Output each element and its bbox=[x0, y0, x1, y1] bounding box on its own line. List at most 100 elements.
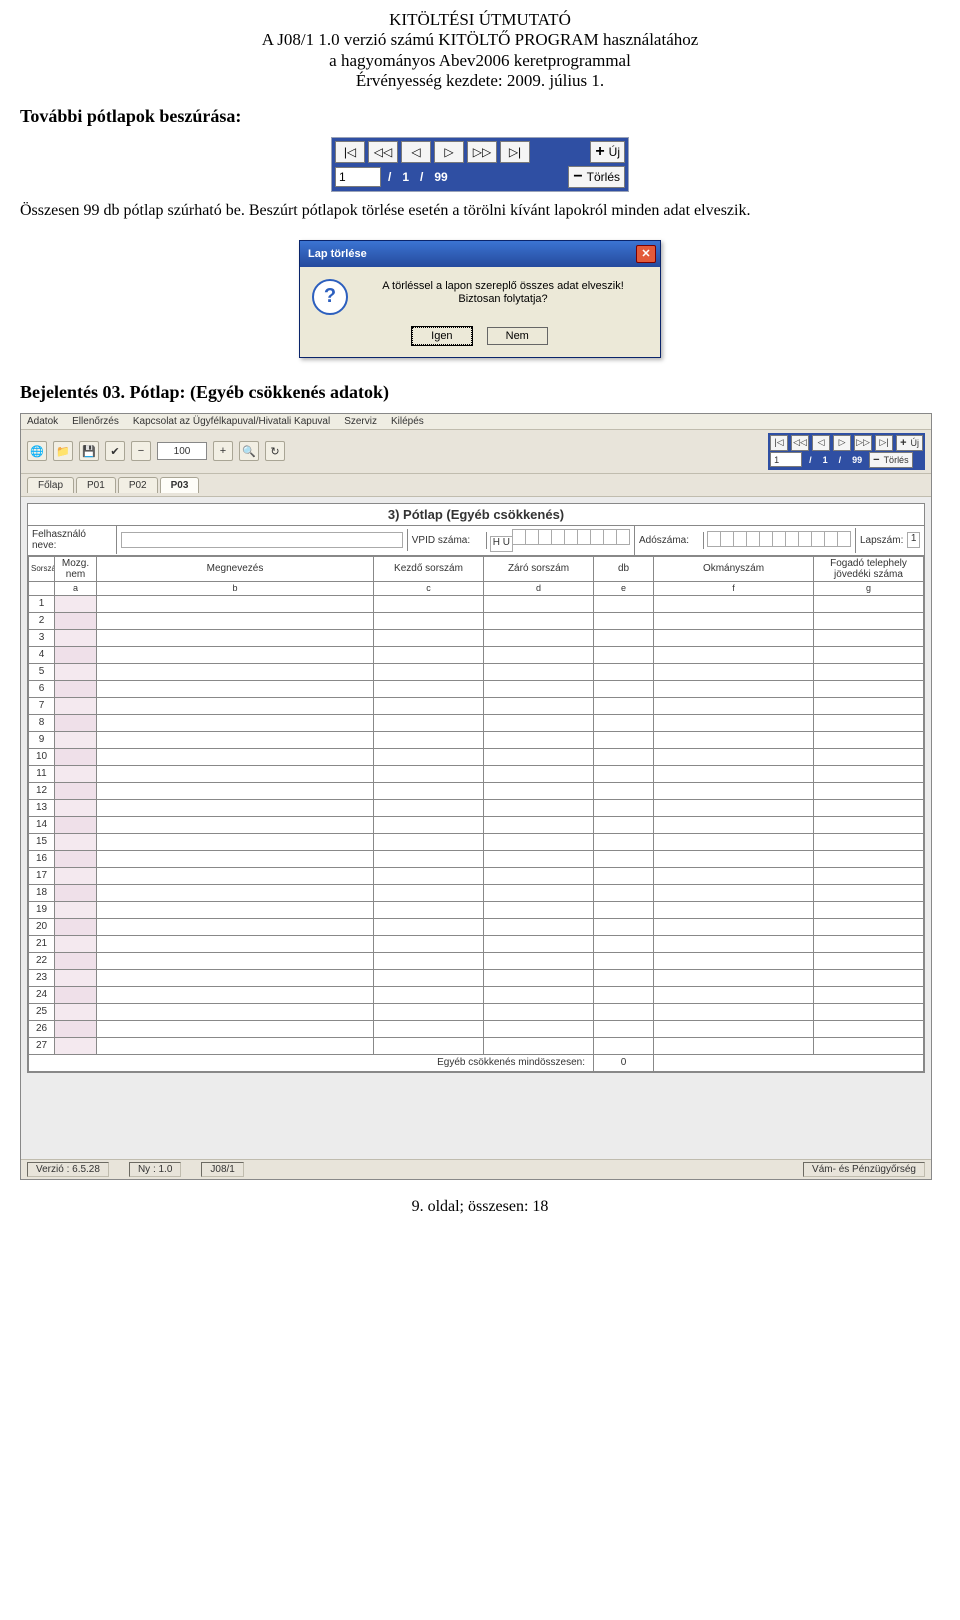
menu-item-adatok[interactable]: Adatok bbox=[27, 416, 58, 427]
cell-fogado[interactable] bbox=[814, 799, 924, 816]
cell-zaro[interactable] bbox=[484, 663, 594, 680]
cell-mozgnem[interactable] bbox=[55, 918, 97, 935]
mp-current-input[interactable]: 1 bbox=[770, 452, 802, 467]
cell-kezdo[interactable] bbox=[374, 765, 484, 782]
cell-zaro[interactable] bbox=[484, 748, 594, 765]
cell-zaro[interactable] bbox=[484, 935, 594, 952]
cell-okmany[interactable] bbox=[654, 680, 814, 697]
vpid-field[interactable]: H U bbox=[487, 526, 635, 555]
cell-zaro[interactable] bbox=[484, 850, 594, 867]
cell-kezdo[interactable] bbox=[374, 935, 484, 952]
cell-zaro[interactable] bbox=[484, 867, 594, 884]
cell-okmany[interactable] bbox=[654, 663, 814, 680]
cell-mozgnem[interactable] bbox=[55, 833, 97, 850]
cell-okmany[interactable] bbox=[654, 901, 814, 918]
cell-megnevezes[interactable] bbox=[97, 782, 374, 799]
cell-megnevezes[interactable] bbox=[97, 629, 374, 646]
cell-fogado[interactable] bbox=[814, 969, 924, 986]
cell-kezdo[interactable] bbox=[374, 816, 484, 833]
menu-item-ellenorzes[interactable]: Ellenőrzés bbox=[72, 416, 119, 427]
tab-p02[interactable]: P02 bbox=[118, 477, 158, 493]
cell-zaro[interactable] bbox=[484, 1020, 594, 1037]
cell-kezdo[interactable] bbox=[374, 612, 484, 629]
cell-zaro[interactable] bbox=[484, 782, 594, 799]
cell-db[interactable] bbox=[594, 1037, 654, 1054]
cell-mozgnem[interactable] bbox=[55, 646, 97, 663]
cell-fogado[interactable] bbox=[814, 782, 924, 799]
cell-zaro[interactable] bbox=[484, 731, 594, 748]
pager-last-button[interactable]: ▷| bbox=[500, 141, 530, 163]
cell-kezdo[interactable] bbox=[374, 1020, 484, 1037]
cell-kezdo[interactable] bbox=[374, 867, 484, 884]
cell-okmany[interactable] bbox=[654, 595, 814, 612]
cell-db[interactable] bbox=[594, 629, 654, 646]
cell-okmany[interactable] bbox=[654, 952, 814, 969]
cell-db[interactable] bbox=[594, 935, 654, 952]
cell-kezdo[interactable] bbox=[374, 969, 484, 986]
cell-zaro[interactable] bbox=[484, 816, 594, 833]
cell-fogado[interactable] bbox=[814, 986, 924, 1003]
cell-kezdo[interactable] bbox=[374, 646, 484, 663]
cell-mozgnem[interactable] bbox=[55, 748, 97, 765]
cell-zaro[interactable] bbox=[484, 765, 594, 782]
tax-field[interactable] bbox=[704, 528, 856, 553]
menu-item-kapcsolat[interactable]: Kapcsolat az Ügyfélkapuval/Hivatali Kapu… bbox=[133, 416, 330, 427]
cell-megnevezes[interactable] bbox=[97, 986, 374, 1003]
mp-add-button[interactable]: + Új bbox=[896, 435, 923, 451]
zoom-in-icon[interactable]: + bbox=[213, 441, 233, 461]
cell-db[interactable] bbox=[594, 918, 654, 935]
cell-megnevezes[interactable] bbox=[97, 918, 374, 935]
cell-megnevezes[interactable] bbox=[97, 867, 374, 884]
cell-mozgnem[interactable] bbox=[55, 850, 97, 867]
cell-okmany[interactable] bbox=[654, 850, 814, 867]
cell-zaro[interactable] bbox=[484, 969, 594, 986]
cell-okmany[interactable] bbox=[654, 867, 814, 884]
cell-db[interactable] bbox=[594, 663, 654, 680]
cell-okmany[interactable] bbox=[654, 765, 814, 782]
tab-folap[interactable]: Főlap bbox=[27, 477, 74, 493]
cell-fogado[interactable] bbox=[814, 901, 924, 918]
cell-zaro[interactable] bbox=[484, 646, 594, 663]
cell-mozgnem[interactable] bbox=[55, 952, 97, 969]
check-icon[interactable]: ✔ bbox=[105, 441, 125, 461]
cell-zaro[interactable] bbox=[484, 1037, 594, 1054]
cell-kezdo[interactable] bbox=[374, 731, 484, 748]
cell-db[interactable] bbox=[594, 799, 654, 816]
mp-prev-button[interactable]: ◁ bbox=[812, 435, 830, 451]
cell-mozgnem[interactable] bbox=[55, 867, 97, 884]
mp-next-button[interactable]: ▷ bbox=[833, 435, 851, 451]
pager-first-button[interactable]: |◁ bbox=[335, 141, 365, 163]
cell-okmany[interactable] bbox=[654, 748, 814, 765]
refresh-icon[interactable]: ↻ bbox=[265, 441, 285, 461]
cell-fogado[interactable] bbox=[814, 663, 924, 680]
cell-megnevezes[interactable] bbox=[97, 731, 374, 748]
cell-db[interactable] bbox=[594, 748, 654, 765]
cell-zaro[interactable] bbox=[484, 612, 594, 629]
cell-mozgnem[interactable] bbox=[55, 629, 97, 646]
cell-db[interactable] bbox=[594, 595, 654, 612]
cell-megnevezes[interactable] bbox=[97, 850, 374, 867]
cell-okmany[interactable] bbox=[654, 816, 814, 833]
cell-megnevezes[interactable] bbox=[97, 714, 374, 731]
cell-okmany[interactable] bbox=[654, 1037, 814, 1054]
zoom-out-icon[interactable]: − bbox=[131, 441, 151, 461]
cell-mozgnem[interactable] bbox=[55, 1003, 97, 1020]
cell-okmany[interactable] bbox=[654, 697, 814, 714]
cell-mozgnem[interactable] bbox=[55, 884, 97, 901]
cell-megnevezes[interactable] bbox=[97, 646, 374, 663]
cell-megnevezes[interactable] bbox=[97, 901, 374, 918]
cell-db[interactable] bbox=[594, 714, 654, 731]
tab-p01[interactable]: P01 bbox=[76, 477, 116, 493]
cell-mozgnem[interactable] bbox=[55, 799, 97, 816]
cell-megnevezes[interactable] bbox=[97, 765, 374, 782]
dialog-no-button[interactable]: Nem bbox=[487, 327, 548, 345]
cell-okmany[interactable] bbox=[654, 884, 814, 901]
cell-fogado[interactable] bbox=[814, 680, 924, 697]
cell-fogado[interactable] bbox=[814, 612, 924, 629]
cell-okmany[interactable] bbox=[654, 833, 814, 850]
cell-fogado[interactable] bbox=[814, 1037, 924, 1054]
mp-del-button[interactable]: − Törlés bbox=[869, 452, 912, 468]
cell-kezdo[interactable] bbox=[374, 799, 484, 816]
mp-last-button[interactable]: ▷| bbox=[875, 435, 893, 451]
cell-zaro[interactable] bbox=[484, 697, 594, 714]
